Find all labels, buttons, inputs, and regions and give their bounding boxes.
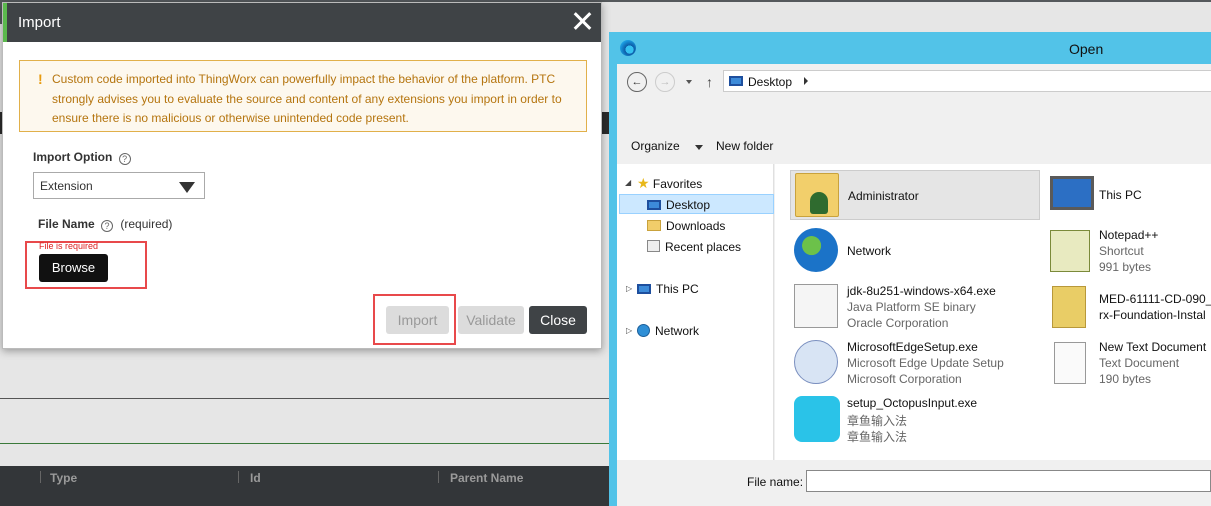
java-icon [794, 284, 838, 328]
nav-desktop[interactable]: Desktop [647, 198, 710, 212]
import-option-label: Import Option ? [33, 150, 131, 165]
dropdown-arrow-icon [179, 182, 195, 193]
column-id[interactable]: Id [250, 471, 261, 485]
warning-text: Custom code imported into ThingWorx can … [52, 72, 562, 125]
import-option-select[interactable]: Extension [33, 172, 205, 199]
nav-this-pc[interactable]: This PC [637, 282, 699, 296]
address-text: Desktop [748, 75, 793, 89]
desktop-icon [647, 200, 661, 210]
expand-network-icon[interactable]: ▷ [626, 326, 632, 335]
downloads-folder-icon [647, 220, 661, 231]
file-required-error: File is required [39, 241, 99, 251]
desktop-icon [729, 76, 743, 86]
import-dialog-title: Import [18, 14, 61, 31]
file-item-edge-setup[interactable]: MicrosoftEdgeSetup.exe Microsoft Edge Up… [790, 338, 1040, 388]
nav-favorites[interactable]: ★ Favorites [637, 175, 702, 192]
import-dialog-header: Import [3, 3, 601, 42]
import-option-value: Extension [40, 179, 93, 193]
open-dialog-titlebar: Open [609, 32, 1211, 64]
edge-browser-icon [620, 40, 636, 56]
open-dialog-body: ← → ↑ Desktop Organize New folder ◢ ★ Fa… [617, 64, 1211, 506]
required-note: (required) [120, 217, 173, 231]
help-icon[interactable]: ? [118, 153, 131, 165]
zip-icon [1052, 286, 1086, 328]
nav-downloads[interactable]: Downloads [647, 219, 725, 233]
octopus-icon [794, 396, 840, 442]
validate-button[interactable]: Validate [458, 306, 524, 334]
nav-recent-places[interactable]: Recent places [647, 240, 741, 254]
close-button[interactable]: Close [529, 306, 587, 334]
organize-button[interactable]: Organize [631, 139, 680, 153]
computer-icon [1050, 176, 1094, 210]
file-name-label: File Name ? (required) [38, 217, 173, 232]
file-name-label: File name: [747, 475, 804, 489]
network-icon [794, 228, 838, 272]
recent-places-icon [647, 240, 660, 252]
warning-box: ! Custom code imported into ThingWorx ca… [19, 60, 587, 132]
open-dialog-title: Open [1069, 41, 1104, 57]
warning-icon: ! [38, 71, 43, 87]
file-item-network[interactable]: Network [790, 226, 1040, 276]
setup-icon [794, 340, 838, 384]
network-icon [637, 324, 650, 337]
file-item-octopus-setup[interactable]: setup_OctopusInput.exe 章鱼输入法 章鱼输入法 [790, 394, 1040, 444]
address-bar[interactable]: Desktop [723, 70, 1211, 92]
forward-button[interactable]: → [655, 72, 675, 92]
open-file-dialog: Open ← → ↑ Desktop Organize New folder ◢… [609, 32, 1211, 506]
user-folder-icon [795, 173, 839, 217]
notepad-icon [1050, 230, 1090, 272]
file-item-med-archive[interactable]: MED-61111-CD-090_ rx-Foundation-Instal [1046, 282, 1211, 332]
file-item-new-text-document[interactable]: New Text Document Text Document 190 byte… [1046, 338, 1211, 388]
column-parent-name[interactable]: Parent Name [450, 471, 523, 485]
up-arrow-icon[interactable]: ↑ [706, 74, 713, 90]
chevron-down-icon[interactable] [695, 145, 703, 150]
computer-icon [637, 284, 651, 294]
file-list-pane: Administrator This PC Network Notepad++ … [775, 164, 1211, 460]
new-folder-button[interactable]: New folder [716, 139, 773, 153]
import-button[interactable]: Import [386, 306, 449, 334]
collapse-favorites-icon[interactable]: ◢ [625, 178, 631, 187]
close-icon[interactable] [572, 11, 592, 31]
import-dialog: Import ! Custom code imported into Thing… [2, 2, 602, 349]
recent-locations-icon[interactable] [686, 80, 692, 84]
background-divider-accent [0, 443, 610, 444]
background-divider [0, 398, 610, 399]
file-item-jdk-installer[interactable]: jdk-8u251-windows-x64.exe Java Platform … [790, 282, 1040, 332]
background-toolbar [602, 0, 1211, 32]
star-icon: ★ [637, 175, 650, 191]
file-item-this-pc[interactable]: This PC [1046, 170, 1211, 220]
browse-button[interactable]: Browse [39, 254, 108, 282]
help-icon[interactable]: ? [101, 220, 114, 232]
back-button[interactable]: ← [627, 72, 647, 92]
background-table-header: Type Id Parent Name [0, 466, 610, 506]
expand-this-pc-icon[interactable]: ▷ [626, 284, 632, 293]
file-item-notepad-plus-plus[interactable]: Notepad++ Shortcut 991 bytes [1046, 226, 1211, 276]
file-item-administrator[interactable]: Administrator [790, 170, 1040, 220]
nav-network[interactable]: Network [637, 324, 699, 338]
file-name-input[interactable] [806, 470, 1211, 492]
breadcrumb-chevron-icon[interactable] [804, 77, 808, 85]
navigation-pane: ◢ ★ Favorites Desktop Downloads Recent p… [617, 164, 774, 460]
text-file-icon [1054, 342, 1086, 384]
column-type[interactable]: Type [50, 471, 77, 485]
